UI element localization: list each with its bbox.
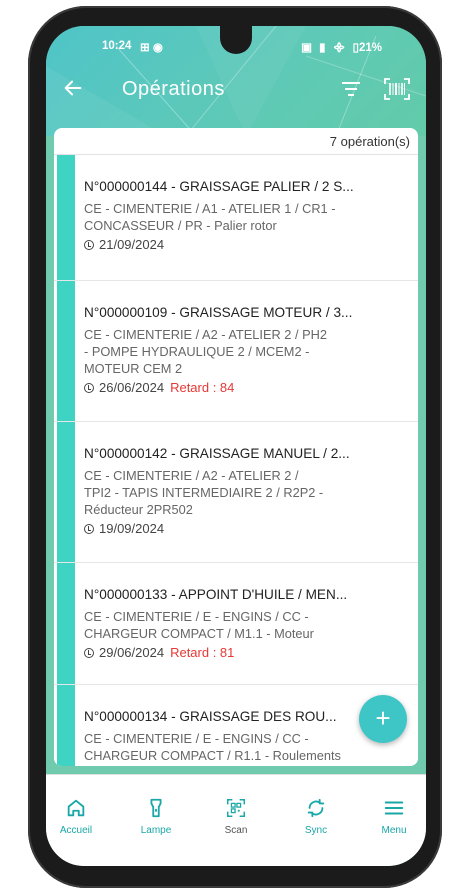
nav-label: Menu — [381, 825, 407, 836]
nav-menu[interactable]: Menu — [364, 795, 424, 836]
location-line: CHARGEUR COMPACT / M1.1 - Moteur — [84, 626, 314, 641]
home-icon — [67, 799, 85, 817]
bottom-navigation: Accueil Lampe Scan Sync Menu — [46, 774, 426, 866]
operation-location: CE - CIMENTERIE / A2 - ATELIER 2 / PH2 -… — [84, 326, 410, 377]
operation-date-row: 19/09/2024 — [84, 521, 410, 536]
location-line: - POMPE HYDRAULIQUE 2 / MCEM2 - — [84, 344, 310, 359]
location-line: Réducteur 2PR502 — [84, 502, 193, 517]
page-title: Opérations — [122, 78, 225, 100]
nfc-icon: ▣ — [301, 42, 312, 54]
item-accent-bar — [57, 563, 75, 684]
sync-icon — [307, 798, 325, 818]
location-line: CE - CIMENTERIE / A2 - ATELIER 2 / — [84, 468, 299, 483]
location-line: CE - CIMENTERIE / A1 - ATELIER 1 / CR1 - — [84, 201, 336, 216]
operation-date-row: 21/09/2024 — [84, 237, 410, 252]
clock-icon — [84, 524, 94, 534]
nav-label: Sync — [304, 825, 328, 836]
item-accent-bar — [57, 422, 75, 562]
status-right: ▣ ▮ ᯽ ▯21% — [297, 40, 382, 55]
add-operation-button[interactable]: + — [359, 695, 407, 743]
menu-icon — [384, 801, 404, 815]
side-button — [426, 318, 432, 366]
operation-location: CE - CIMENTERIE / A2 - ATELIER 2 / TPI2 … — [84, 467, 410, 518]
operation-item[interactable]: N°000000142 - GRAISSAGE MANUEL / 2... CE… — [54, 422, 418, 563]
clock-icon — [84, 383, 94, 393]
side-button — [426, 180, 432, 252]
item-accent-bar — [57, 685, 75, 766]
nav-lampe[interactable]: Lampe — [126, 795, 186, 836]
item-accent-bar — [57, 155, 75, 280]
barcode-scan-icon[interactable] — [384, 78, 410, 100]
retard-label: Retard : 84 — [170, 380, 235, 395]
nav-scan[interactable]: Scan — [206, 795, 266, 836]
operation-title: N°000000109 - GRAISSAGE MOTEUR / 3... — [84, 305, 353, 320]
location-line: CE - CIMENTERIE / E - ENGINS / CC - — [84, 731, 309, 746]
status-time: 10:24 — [102, 40, 132, 52]
nav-label: Accueil — [59, 825, 93, 836]
nav-accueil[interactable]: Accueil — [46, 795, 106, 836]
retard-label: Retard : 81 — [170, 645, 235, 660]
flashlight-icon — [150, 798, 162, 818]
operation-item[interactable]: N°000000144 - GRAISSAGE PALIER / 2 S... … — [54, 155, 418, 281]
app-header: 10:24 ⊞ ◉ ▣ ▮ ᯽ ▯21% Opérations — [46, 26, 426, 136]
operation-location: CE - CIMENTERIE / A1 - ATELIER 1 / CR1 -… — [84, 200, 410, 234]
nav-sync[interactable]: Sync — [286, 795, 346, 836]
location-line: CE - CIMENTERIE / A2 - ATELIER 2 / PH2 — [84, 327, 327, 342]
qr-scan-icon — [227, 799, 245, 817]
operation-title: N°000000142 - GRAISSAGE MANUEL / 2... — [84, 446, 350, 461]
location-line: CHARGEUR COMPACT / R1.1 - Roulements — [84, 748, 341, 763]
vibrate-icon: ▮ — [319, 42, 326, 54]
notification-icons: ⊞ ◉ — [140, 42, 163, 54]
back-arrow-icon[interactable] — [62, 77, 84, 99]
operation-item[interactable]: N°000000109 - GRAISSAGE MOTEUR / 3... CE… — [54, 281, 418, 422]
operation-title: N°000000133 - APPOINT D'HUILE / MEN... — [84, 587, 348, 602]
screen: 10:24 ⊞ ◉ ▣ ▮ ᯽ ▯21% Opérations 7 opérat… — [46, 26, 426, 866]
clock-icon — [84, 240, 94, 250]
operation-date: 29/06/2024 — [99, 645, 165, 660]
location-line: TPI2 - TAPIS INTERMEDIAIRE 2 / R2P2 - — [84, 485, 324, 500]
clock-icon — [84, 648, 94, 658]
operations-list-card: 7 opération(s) N°000000144 - GRAISSAGE P… — [54, 128, 418, 766]
operation-date: 21/09/2024 — [99, 237, 165, 252]
operation-location: CE - CIMENTERIE / E - ENGINS / CC - CHAR… — [84, 730, 410, 764]
nav-label: Scan — [224, 825, 248, 836]
location-line: CE - CIMENTERIE / E - ENGINS / CC - — [84, 609, 309, 624]
operation-location: CE - CIMENTERIE / E - ENGINS / CC - CHAR… — [84, 608, 410, 642]
operation-date: 19/09/2024 — [99, 521, 165, 536]
operation-date: 26/06/2024 — [99, 380, 165, 395]
battery-level: 21% — [358, 42, 382, 54]
location-line: CONCASSEUR / PR - Palier rotor — [84, 218, 277, 233]
nav-label: Lampe — [140, 825, 172, 836]
operations-count: 7 opération(s) — [329, 134, 410, 149]
operation-item[interactable]: N°000000133 - APPOINT D'HUILE / MEN... C… — [54, 563, 418, 685]
item-accent-bar — [57, 281, 75, 421]
location-line: MOTEUR CEM 2 — [84, 361, 183, 376]
operation-title: N°000000144 - GRAISSAGE PALIER / 2 S... — [84, 179, 354, 194]
operation-date-row: 29/06/2024 Retard : 81 — [84, 645, 410, 660]
operation-date-row: 26/06/2024 Retard : 84 — [84, 380, 410, 395]
signal-icon: ᯽ — [332, 42, 346, 54]
filter-icon[interactable] — [341, 80, 361, 98]
